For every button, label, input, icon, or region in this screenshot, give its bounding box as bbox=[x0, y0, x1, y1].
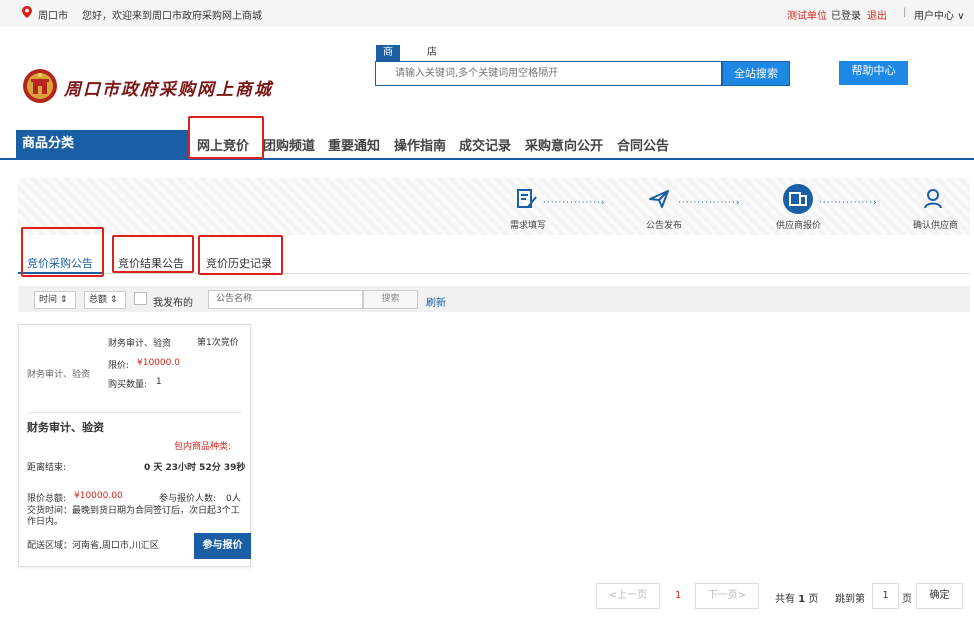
user-unit-link[interactable]: 测试单位 bbox=[787, 7, 827, 22]
chevron-down-icon: ∨ bbox=[957, 11, 965, 22]
government-emblem-icon bbox=[23, 69, 57, 103]
goto-confirm-button[interactable]: 确定 bbox=[916, 583, 963, 609]
card-remaining-label: 距离结束: bbox=[27, 463, 67, 473]
topbar-separator: | bbox=[903, 7, 907, 18]
card-delivery-area: 配送区域：河南省,周口市,川汇区 bbox=[27, 541, 159, 551]
subtabs-divider bbox=[18, 273, 970, 274]
location-pin-icon bbox=[22, 6, 32, 18]
nav-group-buying[interactable]: 团购频道 bbox=[263, 135, 315, 154]
flow-dots-2: ···············› bbox=[678, 198, 741, 208]
search-tab-product[interactable]: 商品 bbox=[376, 45, 400, 74]
step-announcement: 公告发布 bbox=[646, 221, 683, 231]
paper-plane-icon bbox=[649, 190, 669, 208]
card-bidders-value: 0人 bbox=[226, 494, 241, 504]
search-input[interactable] bbox=[376, 62, 721, 85]
help-center-button[interactable]: 帮助中心 bbox=[839, 61, 908, 85]
highlight-box-tab-1 bbox=[21, 227, 104, 277]
highlight-box-nav bbox=[188, 116, 264, 159]
step-requirement: 需求填写 bbox=[510, 221, 547, 231]
user-center-label: 用户中心 bbox=[914, 11, 954, 22]
nav-important-notices[interactable]: 重要通知 bbox=[328, 135, 380, 154]
search-tab-shop[interactable]: 店铺 bbox=[420, 45, 444, 74]
sort-amount-select[interactable]: 总额 ⇕ bbox=[84, 291, 126, 309]
card-limit-label: 限价: bbox=[108, 361, 130, 371]
my-published-checkbox[interactable] bbox=[134, 292, 147, 305]
nav-contract-announcements[interactable]: 合同公告 bbox=[617, 135, 669, 154]
card-title[interactable]: 财务审计、验资 bbox=[27, 419, 104, 435]
card-qty-label: 购买数量: bbox=[108, 380, 148, 390]
announcement-name-input[interactable]: 公告名称 bbox=[208, 290, 363, 309]
goto-page-input[interactable]: 1 bbox=[872, 583, 899, 609]
card-thumbnail-text: 财务审计、验资 bbox=[27, 370, 91, 380]
site-title[interactable]: 周口市政府采购网上商城 bbox=[64, 75, 273, 100]
sort-amount-label: 总额 bbox=[89, 295, 108, 305]
total-pages-prefix: 共有 bbox=[775, 594, 795, 605]
card-bidders-label: 参与报价人数: bbox=[159, 494, 217, 504]
flow-dots-1: ···············› bbox=[543, 198, 606, 208]
nav-transaction-records[interactable]: 成交记录 bbox=[459, 135, 511, 154]
prev-page-button[interactable]: <上一页 bbox=[596, 583, 660, 609]
card-qty-value: 1 bbox=[156, 377, 162, 387]
sort-arrows-icon: ⇕ bbox=[59, 295, 68, 305]
user-confirm-icon bbox=[924, 189, 942, 209]
card-limit-value: ¥10000.0 bbox=[137, 358, 180, 368]
nav-procurement-intentions[interactable]: 采购意向公开 bbox=[525, 135, 603, 154]
total-pages-suffix: 页 bbox=[808, 594, 819, 605]
next-page-button[interactable]: 下一页> bbox=[695, 583, 759, 609]
highlight-box-tab-3 bbox=[198, 235, 283, 275]
user-center-menu[interactable]: 用户中心 ∨ bbox=[914, 7, 965, 22]
sort-time-select[interactable]: 时间 ⇕ bbox=[34, 291, 76, 309]
total-pages-text: 共有 1 页 bbox=[775, 590, 818, 605]
sort-time-label: 时间 bbox=[39, 295, 58, 305]
step-quotation: 供应商报价 bbox=[776, 221, 822, 231]
card-included-items: 包内商品种类: bbox=[174, 442, 232, 452]
current-city[interactable]: 周口市 bbox=[38, 7, 68, 22]
refresh-link[interactable]: 刷新 bbox=[426, 294, 446, 309]
current-page[interactable]: 1 bbox=[675, 590, 681, 601]
join-bid-button[interactable]: 参与报价 bbox=[194, 533, 251, 559]
form-edit-icon bbox=[517, 189, 537, 208]
nav-operation-guide[interactable]: 操作指南 bbox=[394, 135, 446, 154]
highlight-box-tab-2 bbox=[112, 235, 194, 273]
logout-link[interactable]: 退出 bbox=[867, 7, 887, 22]
total-pages-value: 1 bbox=[798, 594, 806, 605]
top-bar: 周口市 您好，欢迎来到周口市政府采购网上商城 测试单位 已登录 退出 | 用户中… bbox=[0, 0, 974, 26]
sort-arrows-icon: ⇕ bbox=[109, 295, 118, 305]
card-delivery-time: 交货时间：最晚到货日期为合同签订后，次日起3个工作日内。 bbox=[27, 506, 240, 527]
bidding-card: 财务审计、验资 财务审计、验资 第1次竞价 限价: ¥10000.0 购买数量:… bbox=[18, 324, 251, 567]
site-search-button[interactable]: 全站搜索 bbox=[722, 61, 790, 86]
supplier-quote-icon bbox=[783, 184, 813, 214]
my-published-label: 我发布的 bbox=[153, 298, 193, 309]
category-menu[interactable]: 商品分类 bbox=[16, 130, 189, 158]
goto-prefix: 跳到第 bbox=[835, 594, 865, 605]
card-product-name[interactable]: 财务审计、验资 bbox=[108, 336, 171, 349]
card-total-value: ¥10000.00 bbox=[74, 491, 123, 501]
card-divider bbox=[27, 412, 241, 413]
card-round: 第1次竞价 bbox=[197, 338, 239, 348]
flow-dots-3: ··············› bbox=[819, 198, 878, 208]
step-confirm-supplier: 确认供应商 bbox=[913, 221, 959, 231]
welcome-text: 您好，欢迎来到周口市政府采购网上商城 bbox=[82, 11, 262, 22]
card-remaining-value: 0 天 23小时 52分 39秒 bbox=[144, 463, 246, 473]
login-status: 已登录 bbox=[831, 11, 861, 22]
filter-search-button[interactable]: 搜索 bbox=[363, 290, 418, 309]
card-total-label: 限价总额: bbox=[27, 494, 67, 504]
search-box bbox=[375, 61, 722, 86]
goto-suffix: 页 bbox=[902, 594, 912, 605]
